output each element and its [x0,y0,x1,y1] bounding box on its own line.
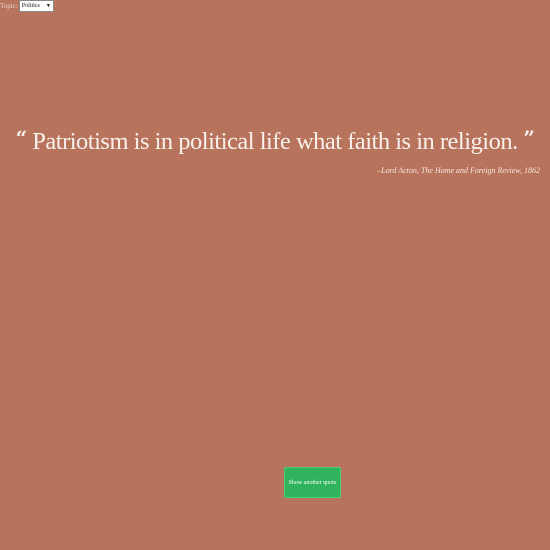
attribution-source: The Home and Foreign Review, [420,166,522,175]
open-quote-icon: “ [15,126,28,150]
topic-selected-value: Politics [21,3,40,9]
quote-text: Patriotism is in political life what fai… [32,128,518,155]
topic-select[interactable]: Politics ▼ [18,0,54,12]
quote-text-line: “ Patriotism is in political life what f… [0,118,550,162]
close-quote-icon: ” [523,126,535,150]
quote-attribution: –Lord Acton, The Home and Foreign Review… [377,166,540,175]
topic-label: Topic: [0,2,18,10]
attribution-author: –Lord Acton, [377,166,421,175]
topic-bar: Topic: Politics ▼ [0,0,54,12]
attribution-year: 1862 [522,166,540,175]
new-quote-button[interactable]: Show another quote [284,467,341,498]
chevron-down-icon: ▼ [45,3,51,9]
quote-block: “ Patriotism is in political life what f… [0,118,550,162]
